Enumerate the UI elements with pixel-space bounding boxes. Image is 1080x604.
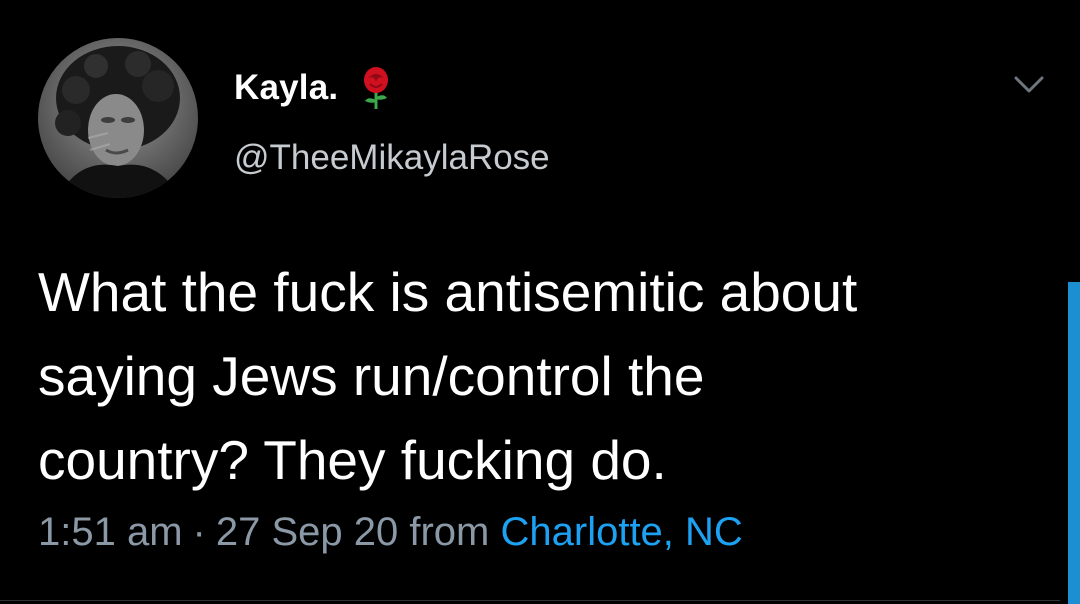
tweet-meta: 1:51 am · 27 Sep 20 from Charlotte, NC bbox=[38, 510, 743, 555]
source-prefix: from bbox=[409, 510, 490, 554]
author-handle[interactable]: @TheeMikaylaRose bbox=[234, 138, 550, 178]
tweet-date[interactable]: 27 Sep 20 bbox=[216, 510, 398, 554]
divider bbox=[0, 600, 1060, 601]
tweet-text: What the fuck is antisemitic about sayin… bbox=[38, 261, 858, 491]
scrollbar[interactable] bbox=[1068, 282, 1080, 604]
tweet-menu-button[interactable] bbox=[1008, 70, 1050, 100]
author-row: Kayla. bbox=[234, 62, 392, 114]
avatar-photo bbox=[38, 38, 198, 198]
chevron-down-icon bbox=[1014, 76, 1044, 93]
display-name[interactable]: Kayla. bbox=[234, 68, 338, 108]
location-link[interactable]: Charlotte, NC bbox=[501, 510, 743, 554]
tweet-time[interactable]: 1:51 am bbox=[38, 510, 183, 554]
rose-icon bbox=[360, 66, 392, 110]
avatar[interactable] bbox=[38, 38, 198, 198]
meta-separator: · bbox=[192, 510, 206, 554]
tweet-card: Kayla. @TheeMikaylaRose What the fuck is… bbox=[0, 0, 1080, 604]
